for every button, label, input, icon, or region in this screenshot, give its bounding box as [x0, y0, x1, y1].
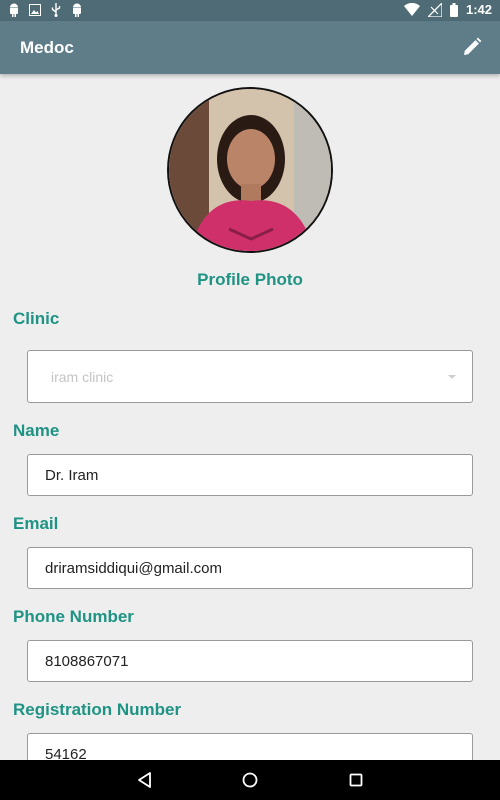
edit-icon[interactable]	[462, 37, 482, 57]
name-label: Name	[13, 421, 60, 440]
back-icon[interactable]	[135, 770, 155, 790]
android-icon	[71, 3, 83, 17]
phone-field[interactable]: 8108867071	[27, 640, 473, 682]
status-bar: 1:42	[0, 0, 500, 21]
profile-photo-label: Profile Photo	[197, 270, 303, 289]
registration-field[interactable]: 54162	[27, 733, 473, 760]
name-field[interactable]: Dr. Iram	[27, 454, 473, 496]
email-field[interactable]: driramsiddiqui@gmail.com	[27, 547, 473, 589]
image-icon	[29, 3, 41, 17]
battery-icon	[449, 2, 458, 17]
clinic-select-value: iram clinic	[51, 368, 114, 385]
signal-icon	[427, 2, 442, 17]
wifi-icon	[403, 3, 420, 17]
phone-field-value: 8108867071	[45, 652, 129, 670]
app-bar: Medoc	[0, 21, 500, 74]
registration-field-value: 54162	[45, 746, 87, 760]
home-icon[interactable]	[240, 770, 260, 790]
usb-icon	[50, 3, 62, 17]
app-title: Medoc	[20, 38, 74, 57]
recents-icon[interactable]	[346, 770, 366, 790]
name-field-value: Dr. Iram	[45, 466, 99, 484]
navigation-bar	[0, 760, 500, 800]
phone-label: Phone Number	[13, 607, 134, 626]
email-field-value: driramsiddiqui@gmail.com	[45, 559, 222, 577]
registration-label: Registration Number	[13, 700, 182, 719]
android-icon	[8, 3, 20, 17]
dropdown-arrow-icon	[448, 375, 456, 379]
clinic-label: Clinic	[13, 309, 60, 328]
profile-form: Profile Photo Clinic iram clinic Name Dr…	[0, 74, 500, 760]
profile-photo[interactable]	[167, 87, 333, 253]
email-label: Email	[13, 514, 59, 533]
clinic-select[interactable]: iram clinic	[27, 350, 473, 403]
status-time: 1:42	[465, 2, 492, 17]
